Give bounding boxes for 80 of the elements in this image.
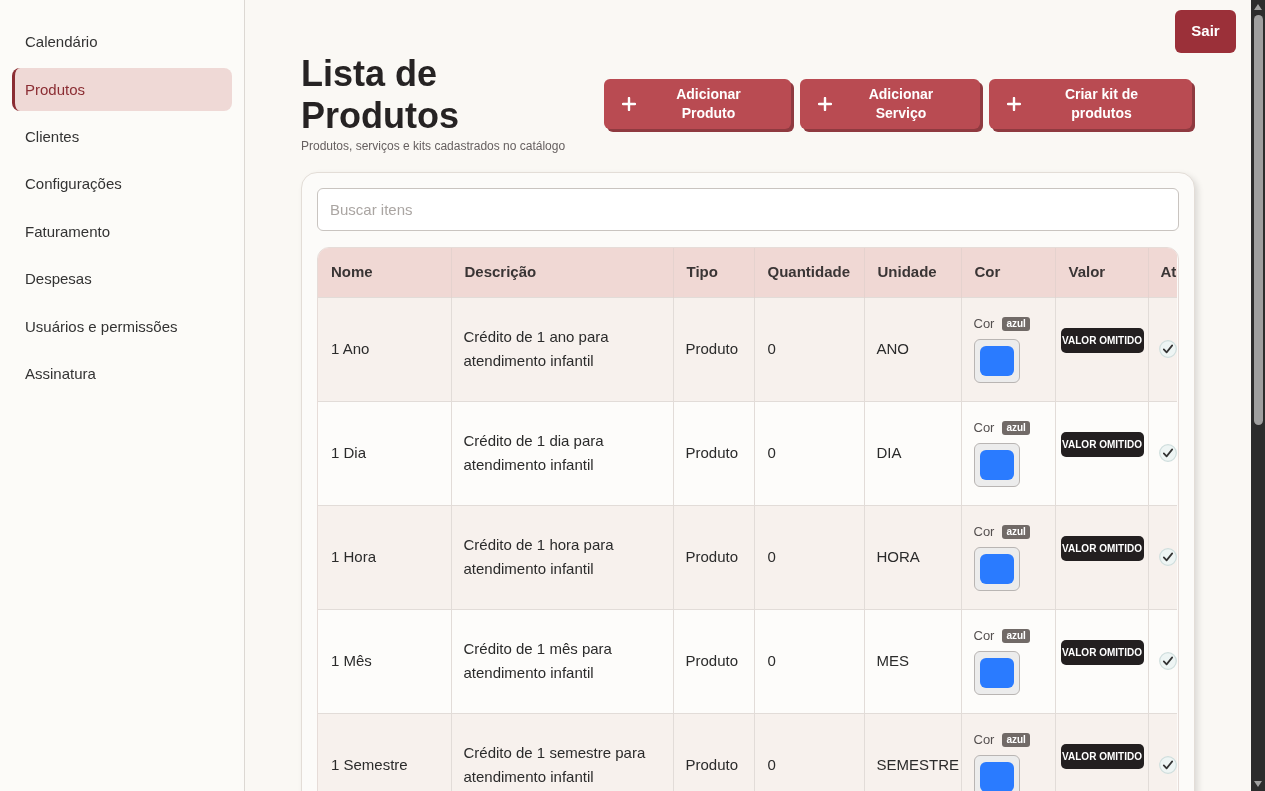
plus-icon bbox=[1007, 96, 1021, 111]
table-cell: 1 Semestre bbox=[318, 713, 451, 791]
sidebar-item[interactable]: Configurações bbox=[25, 173, 122, 196]
check-circle-icon[interactable] bbox=[1158, 756, 1177, 775]
check-circle-icon[interactable] bbox=[1158, 548, 1177, 566]
table-cell: Produto bbox=[673, 505, 754, 609]
table-cell: Crédito de 1 mês para atendimento infantil bbox=[451, 609, 673, 713]
color-name-badge: azul bbox=[1002, 317, 1030, 331]
sidebar-item[interactable]: Clientes bbox=[25, 126, 80, 149]
table-cell: ANO bbox=[864, 297, 961, 401]
table-cell: Crédito de 1 semestre para atendimento infantil bbox=[451, 713, 673, 791]
sidebar-item[interactable]: Assinatura bbox=[25, 363, 96, 386]
color-picker[interactable] bbox=[973, 755, 1020, 791]
logout-button[interactable]: Sair bbox=[1175, 10, 1236, 53]
color-picker[interactable] bbox=[973, 547, 1020, 591]
add-button[interactable]: Criar kit de produtos bbox=[989, 78, 1192, 129]
redaction-badge: VALOR OMITIDO bbox=[1060, 327, 1144, 353]
check-circle-icon[interactable] bbox=[1158, 340, 1177, 358]
redaction-badge: VALOR OMITIDO bbox=[1060, 431, 1144, 457]
column-header: Tipo bbox=[673, 248, 754, 297]
table-cell: Crédito de 1 ano para atendimento infantil bbox=[451, 297, 673, 401]
add-button[interactable]: Adicionar Produto bbox=[604, 78, 791, 129]
table-cell: 0 bbox=[754, 297, 864, 401]
color-label: Cor bbox=[973, 627, 995, 645]
color-picker[interactable] bbox=[973, 443, 1020, 487]
color-name-badge: azul bbox=[1002, 525, 1030, 539]
color-name-badge: azul bbox=[1002, 629, 1030, 643]
table-cell: Crédito de 1 dia para atendimento infantil bbox=[451, 401, 673, 505]
table-cell: DIA bbox=[864, 401, 961, 505]
check-circle-icon[interactable] bbox=[1158, 444, 1177, 462]
table-cell: Produto bbox=[673, 609, 754, 713]
scroll-down-icon[interactable] bbox=[1253, 780, 1263, 788]
table-cell: Produto bbox=[673, 713, 754, 791]
table-cell: 0 bbox=[754, 401, 864, 505]
column-header: Unidade bbox=[864, 248, 961, 297]
plus-icon bbox=[818, 96, 832, 111]
sidebar-item[interactable]: Despesas bbox=[25, 268, 92, 291]
column-header: At bbox=[1148, 248, 1177, 297]
plus-icon bbox=[622, 96, 636, 111]
redaction-badge: VALOR OMITIDO bbox=[1060, 535, 1144, 561]
table-cell: 1 Ano bbox=[318, 297, 451, 401]
color-label: Cor bbox=[973, 419, 995, 437]
scrollbar-thumb[interactable] bbox=[1253, 15, 1263, 425]
page-subtitle: Produtos, serviços e kits cadastrados no catálogo bbox=[301, 138, 567, 154]
page-title: Lista de Produtos bbox=[301, 53, 460, 137]
column-header: Nome bbox=[318, 248, 451, 297]
scrollbar[interactable] bbox=[1251, 0, 1265, 791]
sidebar-item[interactable]: Produtos bbox=[12, 68, 232, 112]
table-cell: 0 bbox=[754, 609, 864, 713]
redaction-badge: VALOR OMITIDO bbox=[1060, 639, 1144, 665]
table-cell: Produto bbox=[673, 401, 754, 505]
table-cell: Produto bbox=[673, 297, 754, 401]
table-cell: 1 Dia bbox=[318, 401, 451, 505]
column-header: Quantidade bbox=[754, 248, 864, 297]
sidebar-item[interactable]: Faturamento bbox=[25, 220, 111, 244]
column-header: Valor bbox=[1055, 248, 1148, 297]
color-picker[interactable] bbox=[973, 651, 1020, 695]
table-cell: 0 bbox=[754, 713, 864, 791]
table-cell: 0 bbox=[754, 505, 864, 609]
color-label: Cor bbox=[973, 315, 995, 333]
table-cell: HORA bbox=[864, 505, 961, 609]
color-label: Cor bbox=[973, 731, 995, 750]
table-cell: 1 Mês bbox=[318, 609, 451, 713]
add-button[interactable]: Adicionar Serviço bbox=[800, 78, 980, 129]
redaction-badge: VALOR OMITIDO bbox=[1060, 743, 1144, 769]
scroll-up-icon[interactable] bbox=[1253, 3, 1263, 11]
color-name-badge: azul bbox=[1002, 421, 1030, 435]
check-circle-icon[interactable] bbox=[1158, 652, 1177, 670]
color-name-badge: azul bbox=[1002, 733, 1030, 748]
color-label: Cor bbox=[973, 523, 995, 541]
search-field[interactable]: Buscar itens bbox=[317, 188, 1179, 231]
column-header: Cor bbox=[961, 248, 1055, 297]
table-cell: SEMESTRE bbox=[864, 713, 961, 791]
column-header: Descrição bbox=[451, 248, 673, 297]
sidebar-item[interactable]: Calendário bbox=[25, 31, 98, 54]
color-picker[interactable] bbox=[973, 339, 1020, 383]
sidebar-item[interactable]: Usuários e permissões bbox=[25, 315, 178, 339]
table-cell: MES bbox=[864, 609, 961, 713]
table-cell: Crédito de 1 hora para atendimento infantil bbox=[451, 505, 673, 609]
table-cell: 1 Hora bbox=[318, 505, 451, 609]
